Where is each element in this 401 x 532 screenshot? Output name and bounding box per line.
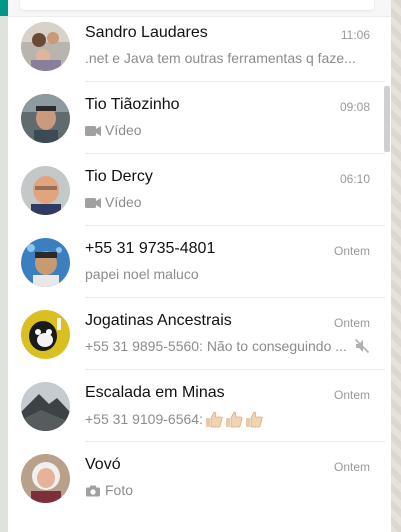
chat-message-text: Vídeo xyxy=(105,122,142,138)
chat-last-message: +55 31 9109-6564: xyxy=(85,410,370,428)
chat-item[interactable]: Escalada em Minas Ontem +55 31 9109-6564… xyxy=(8,370,391,442)
chat-item[interactable]: +55 31 9735-4801 Ontem papei noel maluco xyxy=(8,226,391,298)
chat-list: Sandro Laudares 11:06 .net e Java tem ou… xyxy=(8,10,391,514)
chat-last-message: papei noel maluco xyxy=(85,266,370,282)
chat-last-message: Vídeo xyxy=(85,122,370,138)
chat-last-message: +55 31 9895-5560: Não to conseguindo ... xyxy=(85,338,347,354)
video-camera-icon xyxy=(85,124,101,136)
chat-time: Ontem xyxy=(333,460,370,474)
chat-message-text: Vídeo xyxy=(105,194,142,210)
chat-time: Ontem xyxy=(333,316,370,330)
avatar xyxy=(21,238,70,287)
chat-time: 09:08 xyxy=(339,100,370,114)
chat-time: 06:10 xyxy=(339,172,370,186)
chat-name: Tio Tiãozinho xyxy=(85,96,180,113)
chat-time: Ontem xyxy=(333,388,370,402)
chat-name: Jogatinas Ancestrais xyxy=(85,312,232,329)
chat-message-text: .net e Java tem outras ferramentas q faz… xyxy=(85,50,356,66)
chat-item[interactable]: Vovó Ontem Foto xyxy=(8,442,391,514)
chat-name: Sandro Laudares xyxy=(85,24,208,41)
avatar xyxy=(21,454,70,503)
chat-time: 11:06 xyxy=(340,28,370,42)
search-input[interactable] xyxy=(20,0,374,10)
avatar xyxy=(21,22,70,71)
chat-name: +55 31 9735-4801 xyxy=(85,240,216,257)
chat-time: Ontem xyxy=(333,244,370,258)
chat-name: Tio Dercy xyxy=(85,168,153,185)
chat-list-panel: Sandro Laudares 11:06 .net e Java tem ou… xyxy=(8,0,391,532)
thumbs-up-emoji-icon xyxy=(205,410,263,428)
avatar xyxy=(21,310,70,359)
muted-icon xyxy=(354,338,370,354)
chat-name: Vovó xyxy=(85,456,121,473)
avatar xyxy=(21,94,70,143)
chat-message-text: Foto xyxy=(105,482,134,498)
chat-message-text: papei noel maluco xyxy=(85,266,199,282)
background-pattern xyxy=(390,0,401,532)
header-accent xyxy=(0,0,8,16)
chat-message-text: +55 31 9109-6564: xyxy=(85,411,203,427)
video-camera-icon xyxy=(85,196,101,208)
chat-message-text: +55 31 9895-5560: Não to conseguindo ... xyxy=(85,338,347,354)
chat-item[interactable]: Sandro Laudares 11:06 .net e Java tem ou… xyxy=(8,10,391,82)
avatar xyxy=(21,166,70,215)
avatar xyxy=(21,382,70,431)
scrollbar[interactable] xyxy=(384,86,390,152)
chat-last-message: Vídeo xyxy=(85,194,370,210)
chat-name: Escalada em Minas xyxy=(85,384,225,401)
chat-item[interactable]: Tio Dercy 06:10 Vídeo xyxy=(8,154,391,226)
chat-item[interactable]: Jogatinas Ancestrais Ontem +55 31 9895-5… xyxy=(8,298,391,370)
camera-icon xyxy=(85,484,101,497)
chat-last-message: Foto xyxy=(85,482,370,498)
chat-item[interactable]: Tio Tiãozinho 09:08 Vídeo xyxy=(8,82,391,154)
chat-last-message: .net e Java tem outras ferramentas q faz… xyxy=(85,50,370,66)
